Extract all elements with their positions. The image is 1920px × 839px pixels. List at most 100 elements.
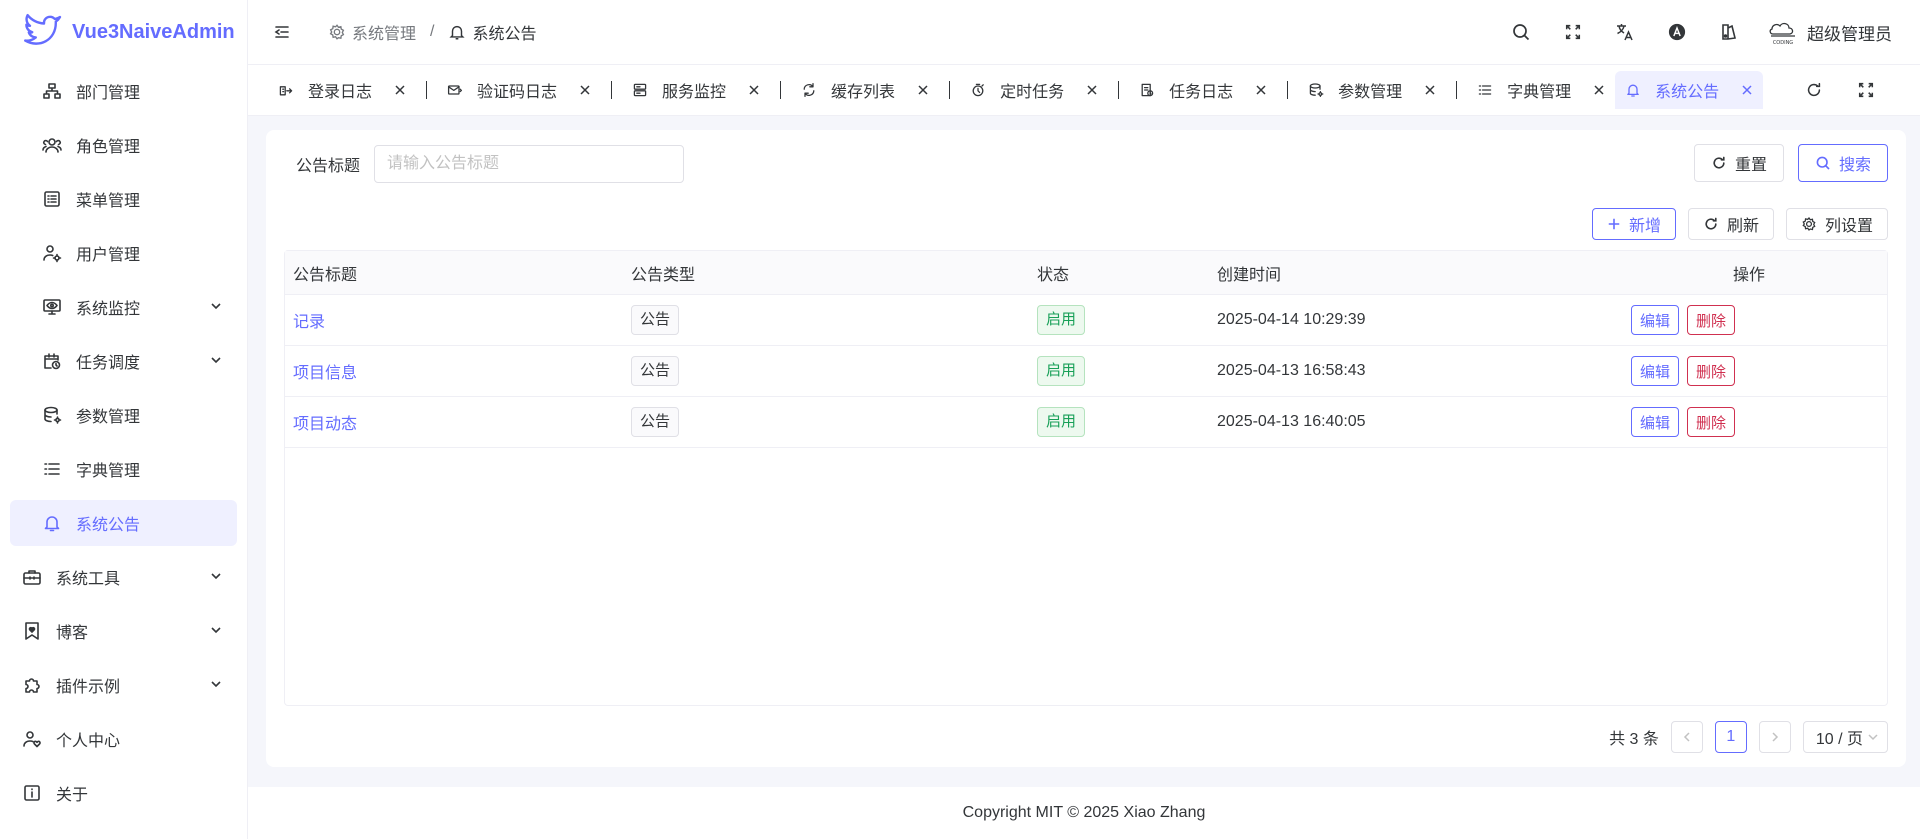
created-time: 2025-04-14 10:29:39 bbox=[1217, 311, 1366, 328]
tab-list: 登录日志 验证码日志 服务监控 缓存列表 定时任务 任务日志 参数管理 字典管理 系统公告 bbox=[268, 64, 1764, 116]
delete-button[interactable]: 删除 bbox=[1687, 305, 1736, 335]
breadcrumb-item-notice[interactable]: 系统公告 bbox=[472, 20, 536, 44]
delete-button[interactable]: 删除 bbox=[1687, 356, 1736, 386]
notice-title-link[interactable]: 项目动态 bbox=[293, 416, 357, 433]
sidebar-item-12[interactable]: 个人中心 bbox=[10, 716, 237, 762]
notice-title-link[interactable]: 记录 bbox=[293, 314, 325, 331]
refresh-button[interactable]: 刷新 bbox=[1687, 208, 1774, 240]
close-icon[interactable] bbox=[1424, 84, 1436, 96]
table-row: 记录 公告 启用 2025-04-14 10:29:39 编辑 删除 bbox=[285, 295, 1887, 346]
tab-tools bbox=[1788, 75, 1892, 105]
tab-6[interactable]: 参数管理 bbox=[1298, 71, 1467, 109]
tab-divider bbox=[1456, 81, 1458, 99]
menu-collapse-icon[interactable] bbox=[272, 22, 292, 42]
page-size-select[interactable]: 10 / 页 bbox=[1802, 721, 1888, 753]
logo[interactable]: Vue3NaiveAdmin bbox=[0, 0, 247, 64]
column-header-type[interactable]: 公告类型 bbox=[623, 261, 1029, 285]
fullscreen-icon[interactable] bbox=[1547, 0, 1599, 64]
breadcrumb-item-system[interactable]: 系统管理 bbox=[352, 20, 416, 44]
table-body: 记录 公告 启用 2025-04-14 10:29:39 编辑 删除 项目信息 公告 启用 202… bbox=[285, 295, 1887, 448]
sidebar-item-8[interactable]: 系统公告 bbox=[10, 500, 237, 546]
close-icon[interactable] bbox=[1255, 84, 1267, 96]
close-icon[interactable] bbox=[748, 84, 760, 96]
main-area: 系统管理 / 系统公告 CODING 超级管理员 登录日志 验证码日志 服务监控… bbox=[248, 0, 1920, 839]
edit-button[interactable]: 编辑 bbox=[1630, 305, 1679, 335]
sidebar-item-6[interactable]: 参数管理 bbox=[10, 392, 237, 438]
search-title-input[interactable] bbox=[374, 145, 685, 183]
breadcrumb: 系统管理 / 系统公告 bbox=[328, 20, 536, 44]
next-page-button[interactable] bbox=[1758, 721, 1791, 753]
user-gear-icon bbox=[42, 243, 62, 263]
reload-icon[interactable] bbox=[1788, 75, 1840, 105]
tab-1[interactable]: 验证码日志 bbox=[437, 71, 622, 109]
column-settings-button[interactable]: 列设置 bbox=[1785, 208, 1888, 240]
notice-type-tag: 公告 bbox=[631, 356, 680, 386]
edit-button[interactable]: 编辑 bbox=[1630, 356, 1679, 386]
sidebar-menu: 部门管理角色管理菜单管理用户管理系统监控任务调度参数管理字典管理系统公告系统工具… bbox=[0, 68, 247, 816]
page-number-button[interactable]: 1 bbox=[1714, 721, 1747, 753]
app-root: Vue3NaiveAdmin 部门管理 角色管理 菜单管理 用户管理 系统监控 任务调度参… bbox=[0, 0, 1920, 839]
close-icon[interactable] bbox=[1741, 84, 1753, 96]
column-header-created[interactable]: 创建时间 bbox=[1209, 261, 1611, 285]
sidebar-item-3[interactable]: 用户管理 bbox=[10, 230, 237, 276]
close-icon[interactable] bbox=[1593, 84, 1605, 96]
close-icon[interactable] bbox=[394, 84, 406, 96]
users-icon bbox=[42, 135, 62, 155]
notice-title-link[interactable]: 项目信息 bbox=[293, 365, 357, 382]
reset-button[interactable]: 重置 bbox=[1693, 144, 1784, 182]
add-button[interactable]: 新增 bbox=[1591, 208, 1676, 240]
sidebar-item-11[interactable]: 插件示例 bbox=[10, 662, 237, 708]
sidebar-item-5[interactable]: 任务调度 bbox=[10, 338, 237, 384]
notice-table: 公告标题 公告类型 状态 创建时间 操作 记录 公告 启用 2025-04-14 10… bbox=[284, 250, 1888, 706]
user-menu[interactable]: CODING 超级管理员 bbox=[1767, 18, 1892, 46]
sidebar-item-2[interactable]: 菜单管理 bbox=[10, 176, 237, 222]
tab-5[interactable]: 任务日志 bbox=[1129, 71, 1298, 109]
sidebar-item-4[interactable]: 系统监控 bbox=[10, 284, 237, 330]
chevron-down-icon bbox=[209, 623, 223, 637]
server-icon bbox=[632, 82, 648, 98]
column-header-title[interactable]: 公告标题 bbox=[285, 261, 623, 285]
theme-a-icon[interactable] bbox=[1651, 0, 1703, 64]
tab-0[interactable]: 登录日志 bbox=[268, 71, 437, 109]
column-header-status[interactable]: 状态 bbox=[1029, 261, 1209, 285]
database-gear-icon bbox=[1308, 82, 1324, 98]
notice-card: 公告标题 重置 搜索 新增 bbox=[266, 130, 1906, 767]
status-badge: 启用 bbox=[1037, 407, 1086, 437]
tab-3[interactable]: 缓存列表 bbox=[791, 71, 960, 109]
chevron-down-icon bbox=[209, 569, 223, 583]
sidebar-item-label: 个人中心 bbox=[56, 733, 121, 750]
delete-button[interactable]: 删除 bbox=[1687, 407, 1736, 437]
chevron-down-icon bbox=[209, 353, 223, 367]
sidebar-item-7[interactable]: 字典管理 bbox=[10, 446, 237, 492]
sidebar-item-9[interactable]: 系统工具 bbox=[10, 554, 237, 600]
notice-type-tag: 公告 bbox=[631, 407, 680, 437]
sidebar-item-1[interactable]: 角色管理 bbox=[10, 122, 237, 168]
sidebar-item-13[interactable]: 关于 bbox=[10, 770, 237, 816]
sidebar-item-0[interactable]: 部门管理 bbox=[10, 68, 237, 114]
close-icon[interactable] bbox=[1086, 84, 1098, 96]
close-icon[interactable] bbox=[579, 84, 591, 96]
edit-button[interactable]: 编辑 bbox=[1630, 407, 1679, 437]
sidebar-item-label: 系统监控 bbox=[76, 301, 141, 318]
tab-7[interactable]: 字典管理 bbox=[1467, 71, 1615, 109]
layout-theme-icon[interactable] bbox=[1703, 0, 1755, 64]
sidebar-item-10[interactable]: 博客 bbox=[10, 608, 237, 654]
maximize-icon[interactable] bbox=[1840, 75, 1892, 105]
row-actions: 编辑 删除 bbox=[1611, 356, 1887, 386]
tab-4[interactable]: 定时任务 bbox=[960, 71, 1129, 109]
header: 系统管理 / 系统公告 CODING 超级管理员 bbox=[248, 0, 1920, 64]
refresh-cache-icon bbox=[801, 82, 817, 98]
sidebar-item-label: 用户管理 bbox=[76, 247, 141, 264]
search-icon[interactable] bbox=[1495, 0, 1547, 64]
bookmark-heart-icon bbox=[22, 621, 42, 641]
search-button[interactable]: 搜索 bbox=[1797, 144, 1888, 182]
task-log-icon bbox=[1139, 82, 1155, 98]
prev-page-button[interactable] bbox=[1670, 721, 1703, 753]
chevron-down-icon bbox=[209, 677, 223, 691]
list-icon bbox=[1477, 82, 1493, 98]
close-icon[interactable] bbox=[917, 84, 929, 96]
tab-2[interactable]: 服务监控 bbox=[622, 71, 791, 109]
translate-icon[interactable] bbox=[1599, 0, 1651, 64]
tab-8[interactable]: 系统公告 bbox=[1615, 71, 1764, 109]
tab-divider bbox=[949, 81, 951, 99]
